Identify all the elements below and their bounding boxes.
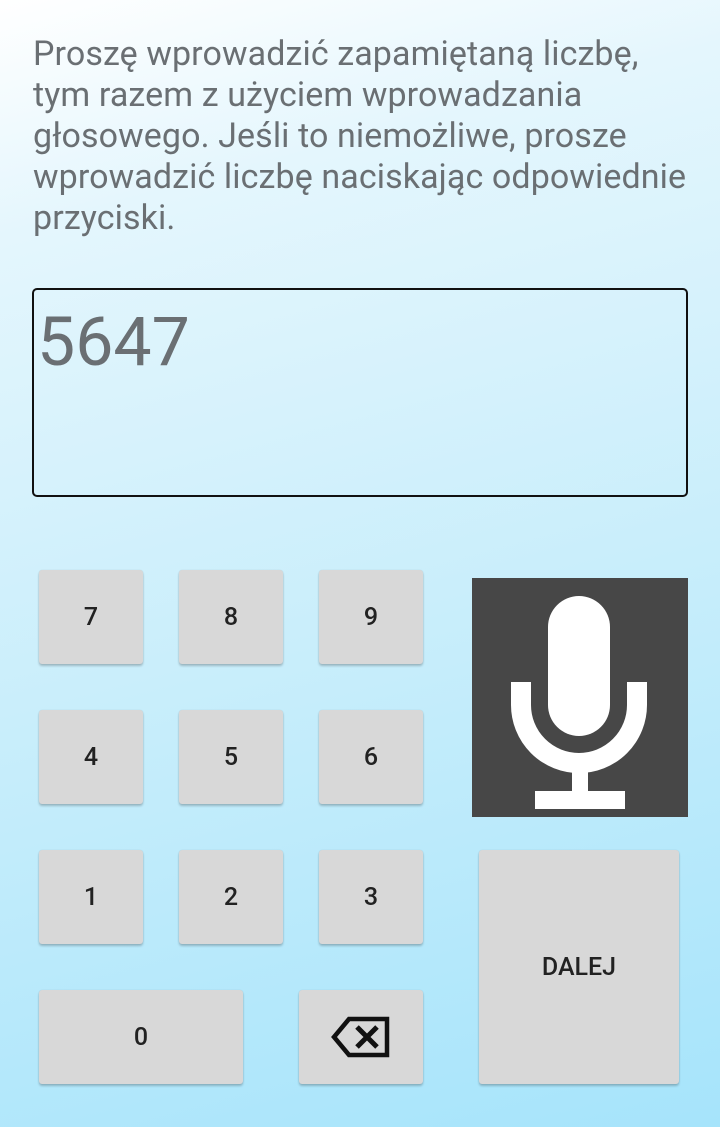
key-2-button[interactable]: 2 (179, 850, 283, 944)
key-1-button[interactable]: 1 (39, 850, 143, 944)
key-7-button[interactable]: 7 (39, 570, 143, 664)
backspace-icon (331, 1016, 391, 1058)
microphone-icon (510, 587, 650, 809)
key-3-button[interactable]: 3 (319, 850, 423, 944)
instructions-text: Proszę wprowadzić zapamiętaną liczbę, ty… (33, 34, 687, 238)
number-input-field[interactable]: 5647 (32, 288, 688, 497)
backspace-button[interactable] (299, 990, 423, 1084)
next-button[interactable]: DALEJ (479, 850, 679, 1084)
key-6-button[interactable]: 6 (319, 710, 423, 804)
key-8-button[interactable]: 8 (179, 570, 283, 664)
key-9-button[interactable]: 9 (319, 570, 423, 664)
key-0-button[interactable]: 0 (39, 990, 243, 1084)
key-4-button[interactable]: 4 (39, 710, 143, 804)
voice-input-button[interactable] (472, 578, 688, 817)
number-input-value: 5647 (37, 302, 190, 382)
key-5-button[interactable]: 5 (179, 710, 283, 804)
